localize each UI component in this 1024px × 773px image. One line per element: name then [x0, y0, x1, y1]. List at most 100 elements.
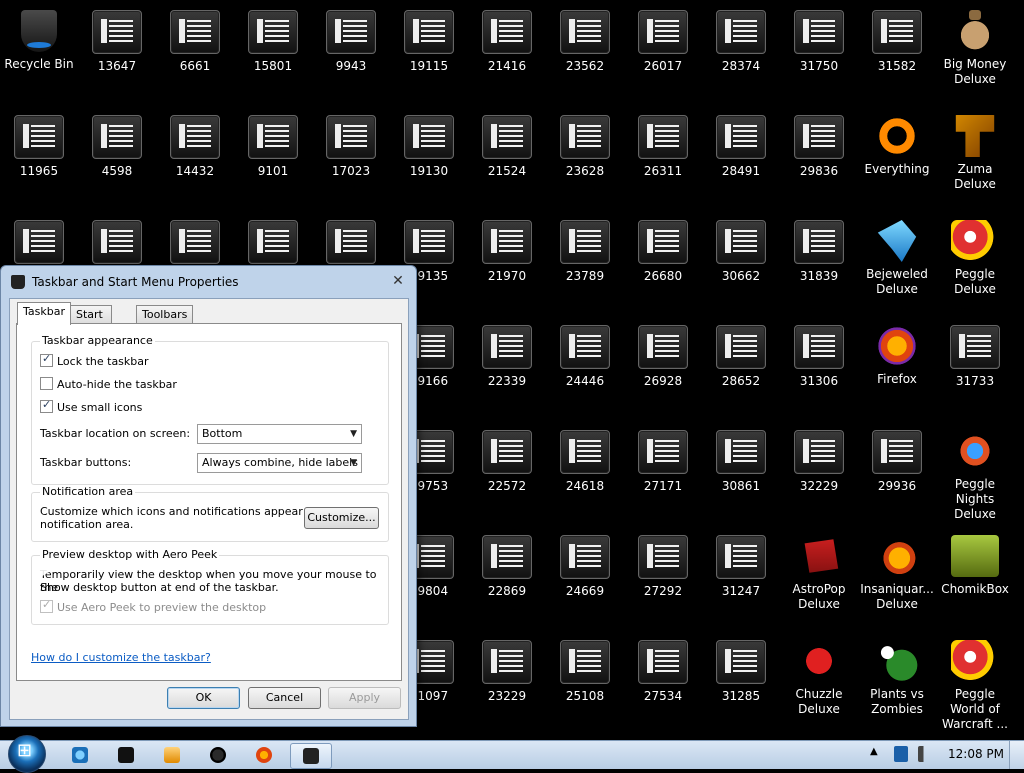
desktop-icon-15801[interactable]: 15801 — [234, 0, 312, 100]
lock-taskbar-check[interactable] — [40, 352, 53, 367]
network-icon[interactable] — [894, 746, 908, 762]
system-clock[interactable]: 12:08 PM — [948, 747, 1004, 761]
desktop-icon-26928[interactable]: 26928 — [624, 315, 702, 415]
desktop-icon-big-money-deluxe[interactable]: Big Money Deluxe — [936, 0, 1014, 100]
desktop-icon-astropop-deluxe[interactable]: AstroPop Deluxe — [780, 525, 858, 625]
document-icon — [794, 430, 844, 474]
taskbar-firefox[interactable] — [244, 743, 284, 767]
desktop-icon-9943[interactable]: 9943 — [312, 0, 390, 100]
desktop-icon-29836[interactable]: 29836 — [780, 105, 858, 205]
desktop-icon-30662[interactable]: 30662 — [702, 210, 780, 310]
desktop-icon-28374[interactable]: 28374 — [702, 0, 780, 100]
small-icons-checkbox[interactable]: Use small icons — [40, 398, 142, 416]
autohide-check[interactable] — [40, 377, 53, 390]
desktop-icon-peggle-world-of-warcraft[interactable]: Peggle World of Warcraft ... — [936, 630, 1014, 731]
desktop-icon-peggle-deluxe[interactable]: Peggle Deluxe — [936, 210, 1014, 310]
desktop-icon-bejeweled-deluxe[interactable]: Bejeweled Deluxe — [858, 210, 936, 310]
dialog-titlebar[interactable]: Taskbar and Start Menu Properties ✕ — [1, 266, 416, 298]
aero-peek-title: Preview desktop with Aero Peek — [40, 548, 220, 561]
desktop-icon-31750[interactable]: 31750 — [780, 0, 858, 100]
desktop-icon-31733[interactable]: 31733 — [936, 315, 1014, 415]
desktop-icon-24669[interactable]: 24669 — [546, 525, 624, 625]
autohide-checkbox[interactable]: Auto-hide the taskbar — [40, 377, 177, 393]
customize-button[interactable]: Customize... — [304, 507, 379, 529]
apply-button[interactable]: Apply — [328, 687, 401, 709]
cancel-button[interactable]: Cancel — [248, 687, 321, 709]
desktop-icon-31839[interactable]: 31839 — [780, 210, 858, 310]
desktop-icon-21416[interactable]: 21416 — [468, 0, 546, 100]
everything-icon — [873, 115, 921, 157]
desktop-icon-23229[interactable]: 23229 — [468, 630, 546, 730]
desktop-icon-27292[interactable]: 27292 — [624, 525, 702, 625]
aero-peek-checkbox[interactable]: Use Aero Peek to preview the desktop — [40, 598, 266, 616]
lock-taskbar-checkbox[interactable]: Lock the taskbar — [40, 352, 149, 370]
ok-button[interactable]: OK — [167, 687, 240, 709]
desktop-icon-27534[interactable]: 27534 — [624, 630, 702, 730]
document-icon — [482, 325, 532, 369]
desktop-icon-22572[interactable]: 22572 — [468, 420, 546, 520]
desktop-icon-chomikbox[interactable]: ChomikBox — [936, 525, 1014, 625]
aero-peek-check[interactable] — [40, 598, 53, 613]
desktop-icon-chuzzle-deluxe[interactable]: Chuzzle Deluxe — [780, 630, 858, 730]
desktop-icon-recycle-bin[interactable]: Recycle Bin — [0, 0, 78, 100]
desktop-icon-19130[interactable]: 19130 — [390, 105, 468, 205]
desktop-icon-28491[interactable]: 28491 — [702, 105, 780, 205]
desktop-icon-28652[interactable]: 28652 — [702, 315, 780, 415]
desktop-icon-30861[interactable]: 30861 — [702, 420, 780, 520]
taskbar-app-4[interactable] — [198, 743, 238, 767]
desktop-icon-6661[interactable]: 6661 — [156, 0, 234, 100]
desktop-icon-zuma-deluxe[interactable]: Zuma Deluxe — [936, 105, 1014, 205]
show-desktop-button[interactable] — [1009, 741, 1024, 769]
location-dropdown[interactable]: Bottom ▼ — [197, 424, 362, 444]
desktop-icon-22339[interactable]: 22339 — [468, 315, 546, 415]
desktop-icon-9101[interactable]: 9101 — [234, 105, 312, 205]
desktop-icon-plants-vs-zombies[interactable]: Plants vs Zombies — [858, 630, 936, 730]
taskbar-buttons-dropdown[interactable]: Always combine, hide labels ▼ — [197, 453, 362, 473]
desktop-icon-24618[interactable]: 24618 — [546, 420, 624, 520]
desktop-icon-firefox[interactable]: Firefox — [858, 315, 936, 415]
desktop-icon-label: 23562 — [565, 59, 605, 73]
help-link[interactable]: How do I customize the taskbar? — [31, 651, 211, 664]
desktop-icon-31582[interactable]: 31582 — [858, 0, 936, 100]
desktop-icon-26017[interactable]: 26017 — [624, 0, 702, 100]
desktop-icon-4598[interactable]: 4598 — [78, 105, 156, 205]
desktop-icon-24446[interactable]: 24446 — [546, 315, 624, 415]
taskbar-ie[interactable] — [60, 743, 100, 767]
desktop-icon-22869[interactable]: 22869 — [468, 525, 546, 625]
notification-text-2: notification area. — [40, 518, 134, 531]
desktop-icon-11965[interactable]: 11965 — [0, 105, 78, 205]
desktop-icon-32229[interactable]: 32229 — [780, 420, 858, 520]
desktop-icon-31247[interactable]: 31247 — [702, 525, 780, 625]
desktop-icon-26311[interactable]: 26311 — [624, 105, 702, 205]
desktop-icon-23628[interactable]: 23628 — [546, 105, 624, 205]
taskbar-media-player[interactable] — [152, 743, 192, 767]
desktop-icon-31306[interactable]: 31306 — [780, 315, 858, 415]
show-hidden-icons-icon[interactable]: ▲ — [870, 746, 884, 762]
start-button[interactable] — [8, 735, 46, 773]
close-button[interactable]: ✕ — [390, 273, 406, 289]
taskbar-properties-window[interactable] — [290, 743, 332, 769]
tab-start-menu[interactable]: Start Menu — [70, 305, 113, 339]
desktop-icon-label: 28374 — [721, 59, 761, 73]
desktop-icon-21970[interactable]: 21970 — [468, 210, 546, 310]
tab-toolbars[interactable]: Toolbars — [136, 305, 194, 324]
desktop-icon-everything[interactable]: Everything — [858, 105, 936, 205]
desktop-icon-31285[interactable]: 31285 — [702, 630, 780, 730]
desktop-icon-26680[interactable]: 26680 — [624, 210, 702, 310]
desktop-icon-27171[interactable]: 27171 — [624, 420, 702, 520]
desktop-icon-14432[interactable]: 14432 — [156, 105, 234, 205]
desktop-icon-23789[interactable]: 23789 — [546, 210, 624, 310]
desktop-icon-19115[interactable]: 19115 — [390, 0, 468, 100]
desktop-icon-29936[interactable]: 29936 — [858, 420, 936, 520]
desktop-icon-17023[interactable]: 17023 — [312, 105, 390, 205]
desktop-icon-25108[interactable]: 25108 — [546, 630, 624, 730]
volume-icon[interactable] — [918, 746, 932, 762]
small-icons-check[interactable] — [40, 398, 53, 413]
tab-taskbar[interactable]: Taskbar — [17, 302, 71, 325]
desktop-icon-23562[interactable]: 23562 — [546, 0, 624, 100]
desktop-icon-13647[interactable]: 13647 — [78, 0, 156, 100]
desktop-icon-peggle-nights-deluxe[interactable]: Peggle Nights Deluxe — [936, 420, 1014, 521]
desktop-icon-21524[interactable]: 21524 — [468, 105, 546, 205]
taskbar-app-2[interactable] — [106, 743, 146, 767]
desktop-icon-insaniquar-deluxe[interactable]: Insaniquar... Deluxe — [858, 525, 936, 625]
